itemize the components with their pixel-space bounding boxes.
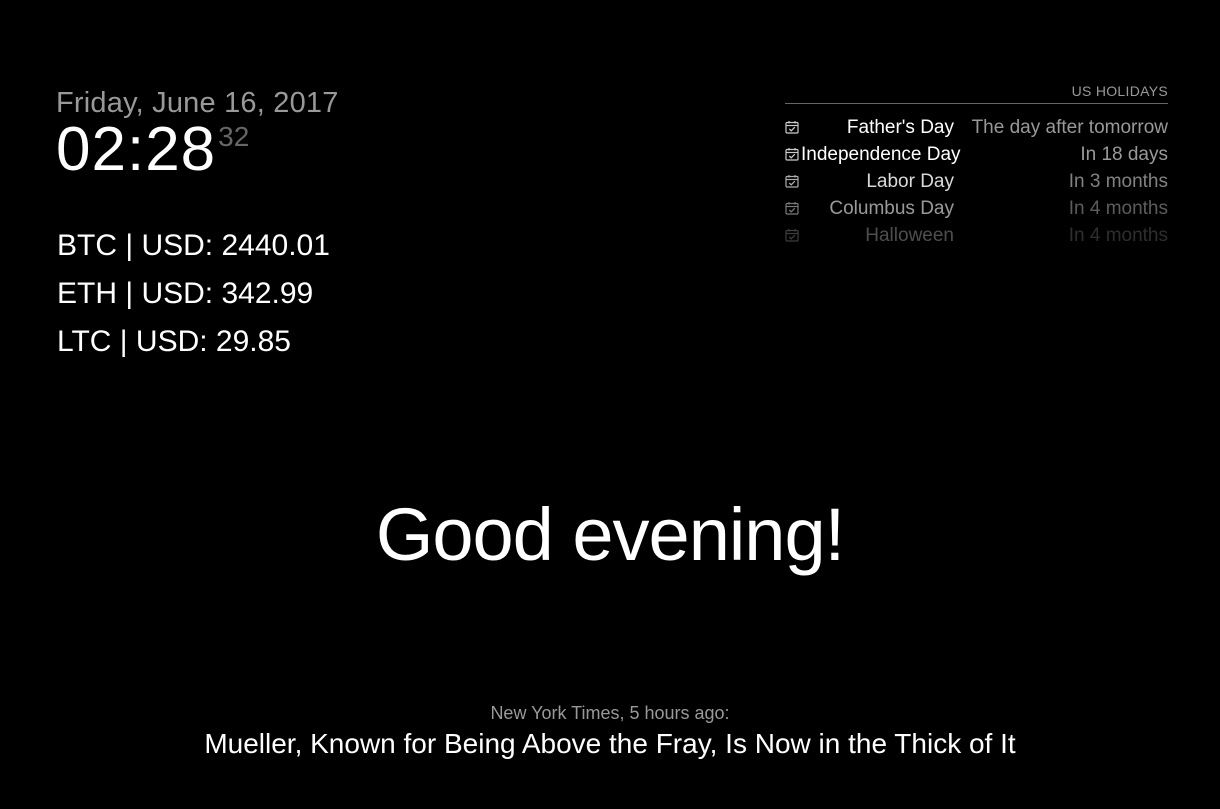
holiday-name: Columbus Day bbox=[829, 197, 954, 219]
holiday-name: Labor Day bbox=[866, 170, 954, 192]
crypto-row-btc: BTC | USD: 2440.01 bbox=[57, 229, 330, 262]
clock-time-row: 02:28 32 bbox=[56, 118, 339, 182]
holidays-calendar-module: US HOLIDAYS Father's Day The day after t… bbox=[785, 83, 1168, 249]
holiday-event: Father's Day The day after tomorrow bbox=[785, 114, 1168, 141]
holidays-header: US HOLIDAYS bbox=[785, 83, 1168, 104]
holiday-event: Independence Day In 18 days bbox=[785, 141, 1168, 168]
holiday-time-until: In 4 months bbox=[1068, 224, 1168, 246]
holiday-time-until: The day after tomorrow bbox=[971, 116, 1168, 138]
holiday-name: Independence Day bbox=[801, 143, 961, 165]
calendar-check-icon bbox=[785, 120, 801, 136]
clock-time: 02:28 bbox=[56, 115, 217, 184]
holiday-time-until: In 4 months bbox=[1068, 197, 1168, 219]
calendar-check-icon bbox=[785, 147, 801, 163]
mirror-screen: Friday, June 16, 2017 02:28 32 BTC | USD… bbox=[0, 0, 1220, 809]
holiday-name: Father's Day bbox=[846, 116, 954, 138]
crypto-ticker-module: BTC | USD: 2440.01 ETH | USD: 342.99 LTC… bbox=[57, 222, 330, 366]
crypto-row-ltc: LTC | USD: 29.85 bbox=[57, 325, 291, 358]
holiday-event: Columbus Day In 4 months bbox=[785, 195, 1168, 222]
holidays-list: Father's Day The day after tomorrow Inde… bbox=[785, 114, 1168, 249]
holiday-name: Halloween bbox=[865, 224, 954, 246]
news-headline: Mueller, Known for Being Above the Fray,… bbox=[204, 728, 1016, 759]
calendar-check-icon bbox=[785, 228, 801, 244]
news-source: New York Times, 5 hours ago: bbox=[490, 703, 730, 723]
holiday-event: Halloween In 4 months bbox=[785, 222, 1168, 249]
holiday-time-until: In 18 days bbox=[1080, 143, 1168, 165]
clock-seconds: 32 bbox=[218, 121, 250, 152]
crypto-row-eth: ETH | USD: 342.99 bbox=[57, 277, 314, 310]
calendar-check-icon bbox=[785, 174, 801, 190]
clock-module: Friday, June 16, 2017 02:28 32 bbox=[56, 86, 339, 182]
calendar-check-icon bbox=[785, 201, 801, 217]
holiday-event: Labor Day In 3 months bbox=[785, 168, 1168, 195]
compliment-text: Good evening! bbox=[375, 493, 845, 576]
news-feed-module: New York Times, 5 hours ago: Mueller, Kn… bbox=[0, 702, 1220, 762]
holiday-time-until: In 3 months bbox=[1068, 170, 1168, 192]
